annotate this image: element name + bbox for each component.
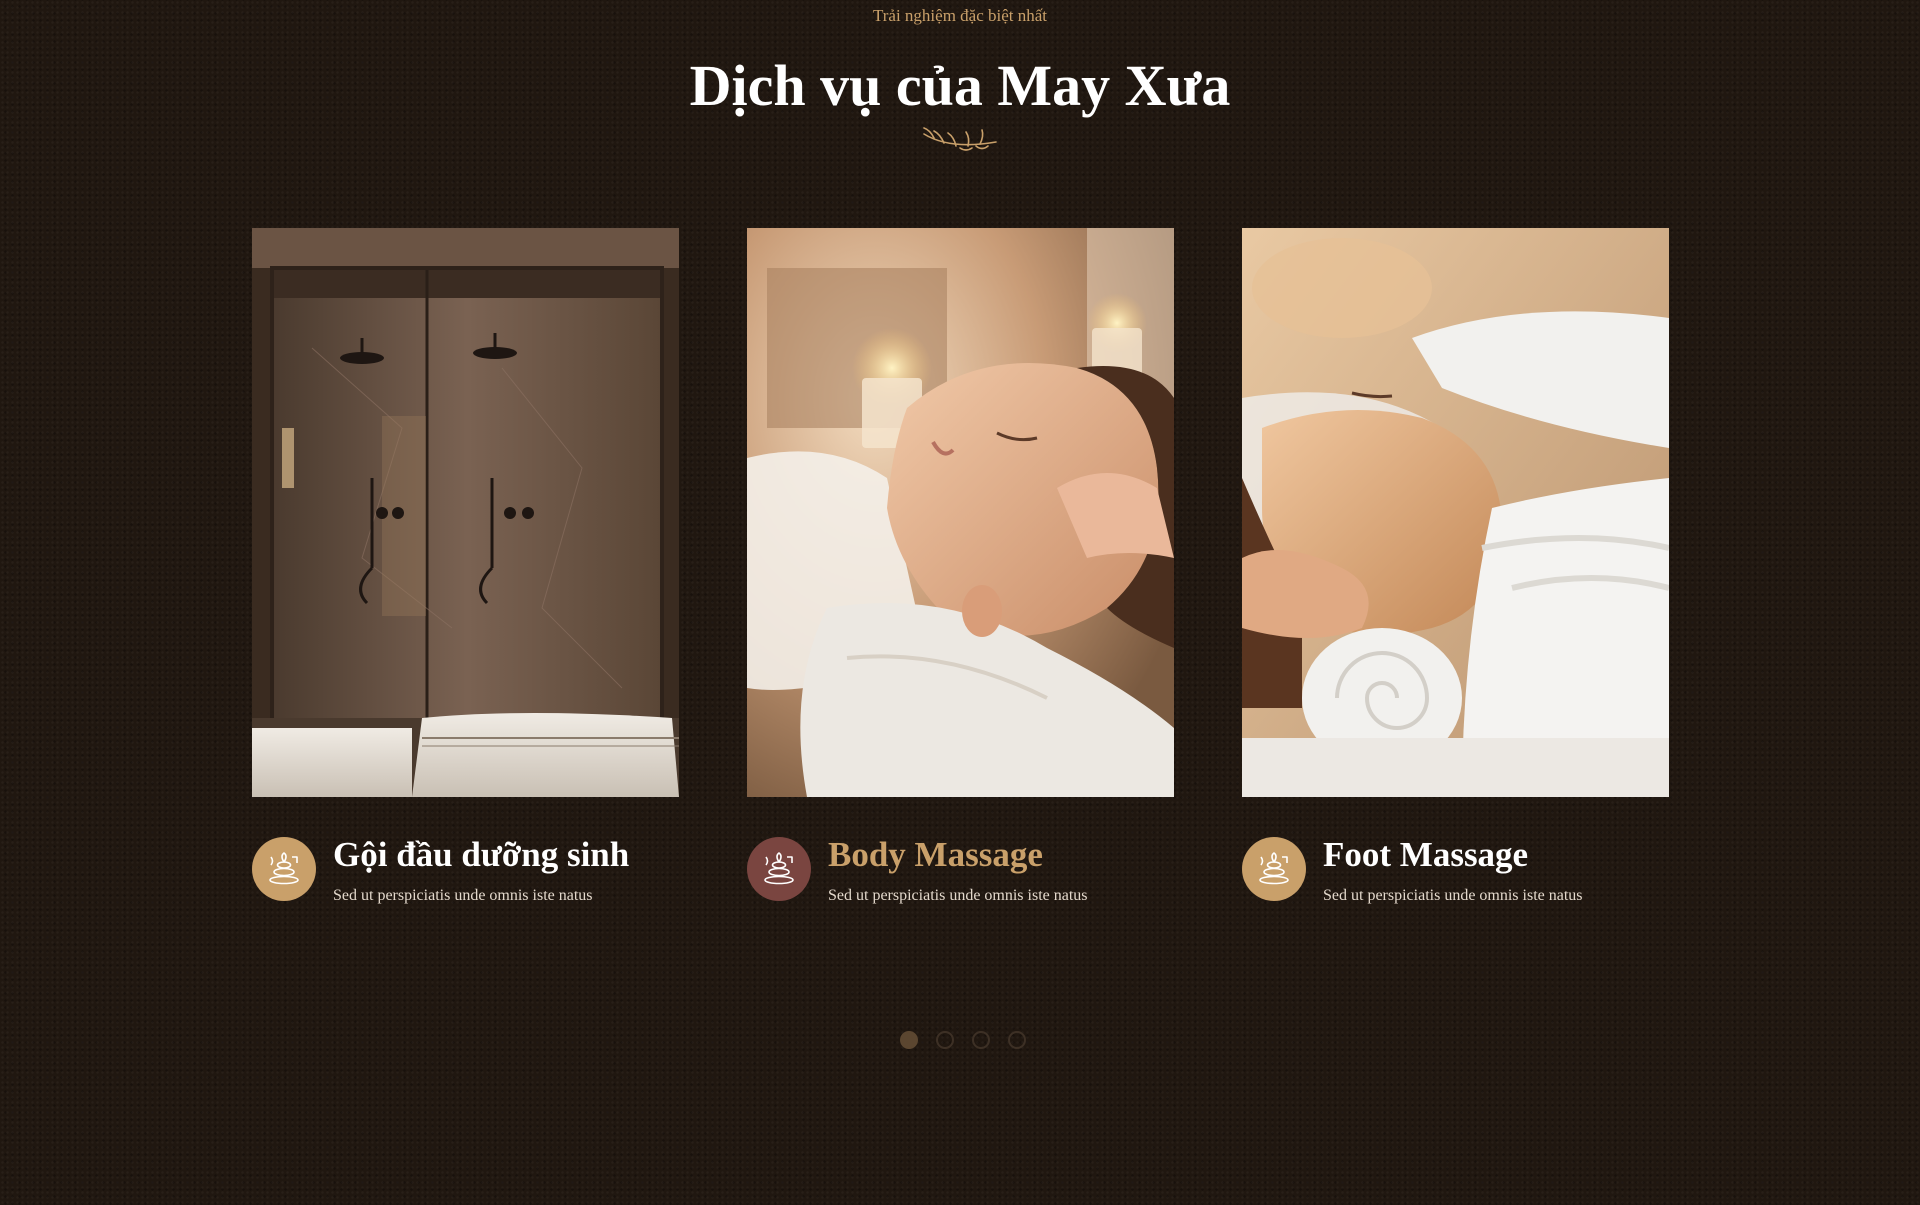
- service-description: Sed ut perspiciatis unde omnis iste natu…: [828, 887, 1088, 904]
- service-card-body-massage[interactable]: Body Massage Sed ut perspiciatis unde om…: [747, 228, 1174, 928]
- carousel-dot-1[interactable]: [900, 1031, 918, 1049]
- leaf-branch-icon: [923, 127, 997, 151]
- woman-head-massage-image: [747, 228, 1174, 797]
- spa-stones-icon: [764, 852, 794, 885]
- couple-massage-towels-image: [1242, 228, 1669, 797]
- carousel-dot-4[interactable]: [1008, 1031, 1026, 1049]
- service-title[interactable]: Gội đầu dưỡng sinh: [333, 832, 629, 878]
- service-description: Sed ut perspiciatis unde omnis iste natu…: [1323, 887, 1583, 904]
- section-title: Dịch vụ của May Xưa: [689, 53, 1231, 118]
- service-description: Sed ut perspiciatis unde omnis iste natu…: [333, 887, 593, 904]
- service-card-foot-massage[interactable]: Foot Massage Sed ut perspiciatis unde om…: [1242, 228, 1669, 928]
- carousel-dot-2[interactable]: [936, 1031, 954, 1049]
- section-eyebrow: Trải nghiệm đặc biệt nhất: [872, 6, 1048, 25]
- service-card-hair-wash[interactable]: Gội đầu dưỡng sinh Sed ut perspiciatis u…: [252, 228, 679, 928]
- service-title[interactable]: Foot Massage: [1323, 832, 1528, 878]
- carousel-dot-3[interactable]: [972, 1031, 990, 1049]
- service-icon-badge: [252, 837, 316, 901]
- carousel-pagination: [900, 1031, 1026, 1049]
- service-icon-badge: [747, 837, 811, 901]
- service-title[interactable]: Body Massage: [828, 832, 1043, 878]
- spa-shower-room-image: [252, 228, 679, 797]
- spa-stones-icon: [269, 852, 299, 885]
- service-icon-badge: [1242, 837, 1306, 901]
- spa-stones-icon: [1259, 852, 1289, 885]
